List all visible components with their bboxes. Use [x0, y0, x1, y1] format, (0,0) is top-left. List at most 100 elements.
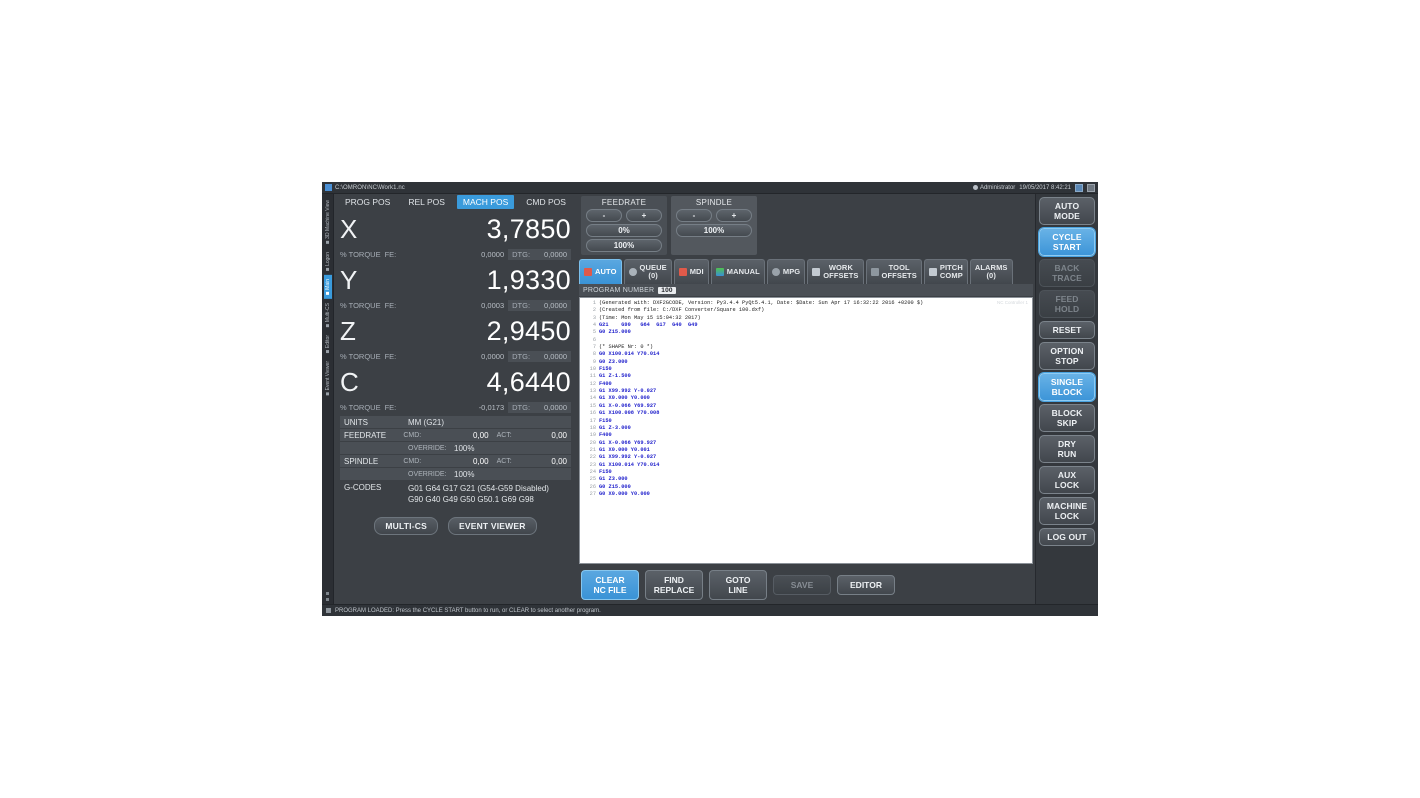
gcode-line-text: F150: [599, 468, 612, 475]
button-sublabel: HOLD: [1054, 304, 1080, 314]
gcode-line-number: 22: [589, 454, 596, 461]
gcode-line-number: 27: [589, 490, 596, 497]
tab-sublabel: COMP: [939, 271, 963, 280]
torque-label-z: % TORQUE: [340, 352, 381, 361]
title-bar: C:\OMRON\NC\Work1.nc Administrator 19/05…: [322, 182, 1098, 194]
button-label: RESET: [1052, 325, 1082, 335]
program-number-value[interactable]: 100: [658, 286, 676, 294]
goto-line-button[interactable]: GOTO LINE: [709, 570, 767, 600]
gcode-line-number: 14: [589, 395, 596, 402]
dry-run-button[interactable]: DRY RUN: [1039, 435, 1095, 463]
editor-watermark: NC Controller 1: [996, 300, 1028, 305]
tab-cmd-pos[interactable]: CMD POS: [520, 195, 572, 209]
tab-queue[interactable]: QUEUE (0): [623, 259, 672, 284]
editor-button[interactable]: EDITOR: [837, 575, 895, 595]
feedrate-override-value: 100%: [454, 443, 475, 453]
gcode-line-text: G0 Z15.000: [599, 329, 631, 336]
button-label: AUTO: [1054, 201, 1080, 211]
spindle-minus-button[interactable]: -: [676, 209, 712, 222]
gcodes-line-1: G01 G64 G17 G21 (G54-G59 Disabled): [408, 484, 549, 493]
tab-mpg[interactable]: MPG: [766, 259, 806, 284]
feedrate-cmd-value: 0,00: [472, 430, 489, 440]
queue-icon: [628, 268, 637, 276]
feedrate-minus-button[interactable]: -: [586, 209, 622, 222]
gcode-line-number: 11: [589, 373, 596, 380]
axis-value-c: 4,6440: [486, 366, 571, 397]
clear-nc-file-button[interactable]: CLEAR NC FILE: [581, 570, 639, 600]
status-message: PROGRAM LOADED: Press the CYCLE START bu…: [335, 607, 601, 614]
window-close-icon[interactable]: [1087, 183, 1095, 192]
tab-alarms[interactable]: ALARMS (0): [969, 259, 1013, 284]
feedrate-act-label: ACT:: [496, 431, 512, 439]
fe-value-y: 0,0003: [481, 301, 505, 310]
tab-rel-pos[interactable]: REL POS: [402, 195, 451, 209]
sidebar-item-editor[interactable]: Editor: [324, 331, 332, 357]
tab-tool-offsets[interactable]: TOOL OFFSETS: [865, 259, 922, 284]
tab-marker-icon: [326, 291, 329, 295]
single-block-button[interactable]: SINGLE BLOCK: [1039, 373, 1095, 401]
save-button[interactable]: SAVE: [773, 575, 831, 595]
button-label: EDITOR: [850, 580, 882, 590]
gcode-line-number: 15: [589, 402, 596, 409]
gcode-line-text: F400: [599, 380, 612, 387]
log-out-button[interactable]: LOG OUT: [1039, 528, 1095, 546]
reset-button[interactable]: RESET: [1039, 321, 1095, 339]
auto-icon: [584, 268, 592, 276]
block-skip-button[interactable]: BLOCK SKIP: [1039, 404, 1095, 432]
tab-work-offsets[interactable]: WORK OFFSETS: [807, 259, 864, 284]
gcode-line-number: 10: [589, 366, 596, 373]
gcode-text-area[interactable]: 1 (Generated with: DXF2GCODE, Version: Py…: [580, 298, 1032, 498]
gcode-line-number: 4: [592, 322, 596, 329]
auto-mode-button[interactable]: AUTO MODE: [1039, 197, 1095, 225]
gcode-editor[interactable]: NC Controller 1 1 (Generated with: DXF2GC…: [579, 297, 1033, 564]
option-stop-button[interactable]: OPTION STOP: [1039, 342, 1095, 370]
tab-auto[interactable]: AUTO: [579, 259, 622, 284]
spindle-value-1[interactable]: 100%: [676, 224, 752, 237]
gcode-line-text: G1 X0.000 Y0.000: [599, 395, 650, 402]
feedrate-plus-button[interactable]: +: [626, 209, 662, 222]
button-sublabel: MODE: [1054, 211, 1080, 221]
tab-mdi[interactable]: MDI: [673, 259, 709, 284]
axis-row-x: X 3,7850 % TORQUE FE: 0,0000 DTG: 0,0000: [334, 210, 577, 261]
app-logo-icon: [325, 184, 332, 191]
sidebar-item-3d-machine-view[interactable]: 3D Machine View: [324, 196, 332, 248]
aux-lock-button[interactable]: AUX LOCK: [1039, 466, 1095, 494]
window-restore-icon[interactable]: [1075, 183, 1083, 192]
pitch-comp-icon: [928, 268, 937, 276]
user-indicator[interactable]: Administrator: [972, 185, 1015, 191]
event-viewer-button[interactable]: EVENT VIEWER: [447, 517, 537, 535]
spindle-override-value: 100%: [454, 469, 475, 479]
spindle-plus-button[interactable]: +: [716, 209, 752, 222]
tab-label: MANUAL: [726, 267, 760, 276]
feedrate-value-2[interactable]: 100%: [586, 239, 662, 252]
multi-cs-button[interactable]: MULTI-CS: [374, 517, 438, 535]
spindle-cmd-value: 0,00: [472, 456, 489, 466]
tab-mach-pos[interactable]: MACH POS: [456, 195, 515, 209]
gcode-line: 9 G0 Z3.000: [580, 359, 1032, 366]
program-number-label: PROGRAM NUMBER: [583, 286, 655, 294]
cycle-start-button[interactable]: CYCLE START: [1039, 228, 1095, 256]
torque-label-x: % TORQUE: [340, 250, 381, 259]
sidebar-item-event-viewer[interactable]: Event Viewer: [324, 357, 332, 399]
vertical-tab-rail: 3D Machine View Logon Main Multi-CS Edit…: [322, 194, 334, 604]
sidebar-item-main[interactable]: Main: [323, 274, 332, 299]
gcode-line-number: 25: [589, 476, 596, 483]
gcode-line: 15 G1 X-0.066 Y69.927: [580, 403, 1032, 410]
find-replace-button[interactable]: FIND REPLACE: [645, 570, 703, 600]
units-row: UNITS MM (G21): [340, 416, 571, 428]
gcode-line: 1 (Generated with: DXF2GCODE, Version: Py…: [580, 300, 1032, 307]
button-label: BACK: [1054, 263, 1080, 273]
gcode-line-text: F150: [599, 417, 612, 424]
sidebar-item-multi-cs[interactable]: Multi-CS: [324, 299, 332, 331]
fe-value-z: 0,0000: [481, 352, 505, 361]
feedrate-panel-title: FEEDRATE: [601, 198, 647, 207]
gcode-line-number: 2: [592, 307, 596, 314]
tab-pitch-comp[interactable]: PITCH COMP: [923, 259, 968, 284]
feedrate-value-1[interactable]: 0%: [586, 224, 662, 237]
editor-action-buttons: CLEAR NC FILE FIND REPLACE GOTO LINE SAV…: [579, 564, 1033, 604]
tab-prog-pos[interactable]: PROG POS: [339, 195, 396, 209]
sidebar-item-logon[interactable]: Logon: [324, 248, 332, 275]
tab-manual[interactable]: MANUAL: [710, 259, 765, 284]
machine-lock-button[interactable]: MACHINE LOCK: [1039, 497, 1095, 525]
gcode-line-text: G1 X-0.066 Y69.927: [599, 439, 657, 446]
